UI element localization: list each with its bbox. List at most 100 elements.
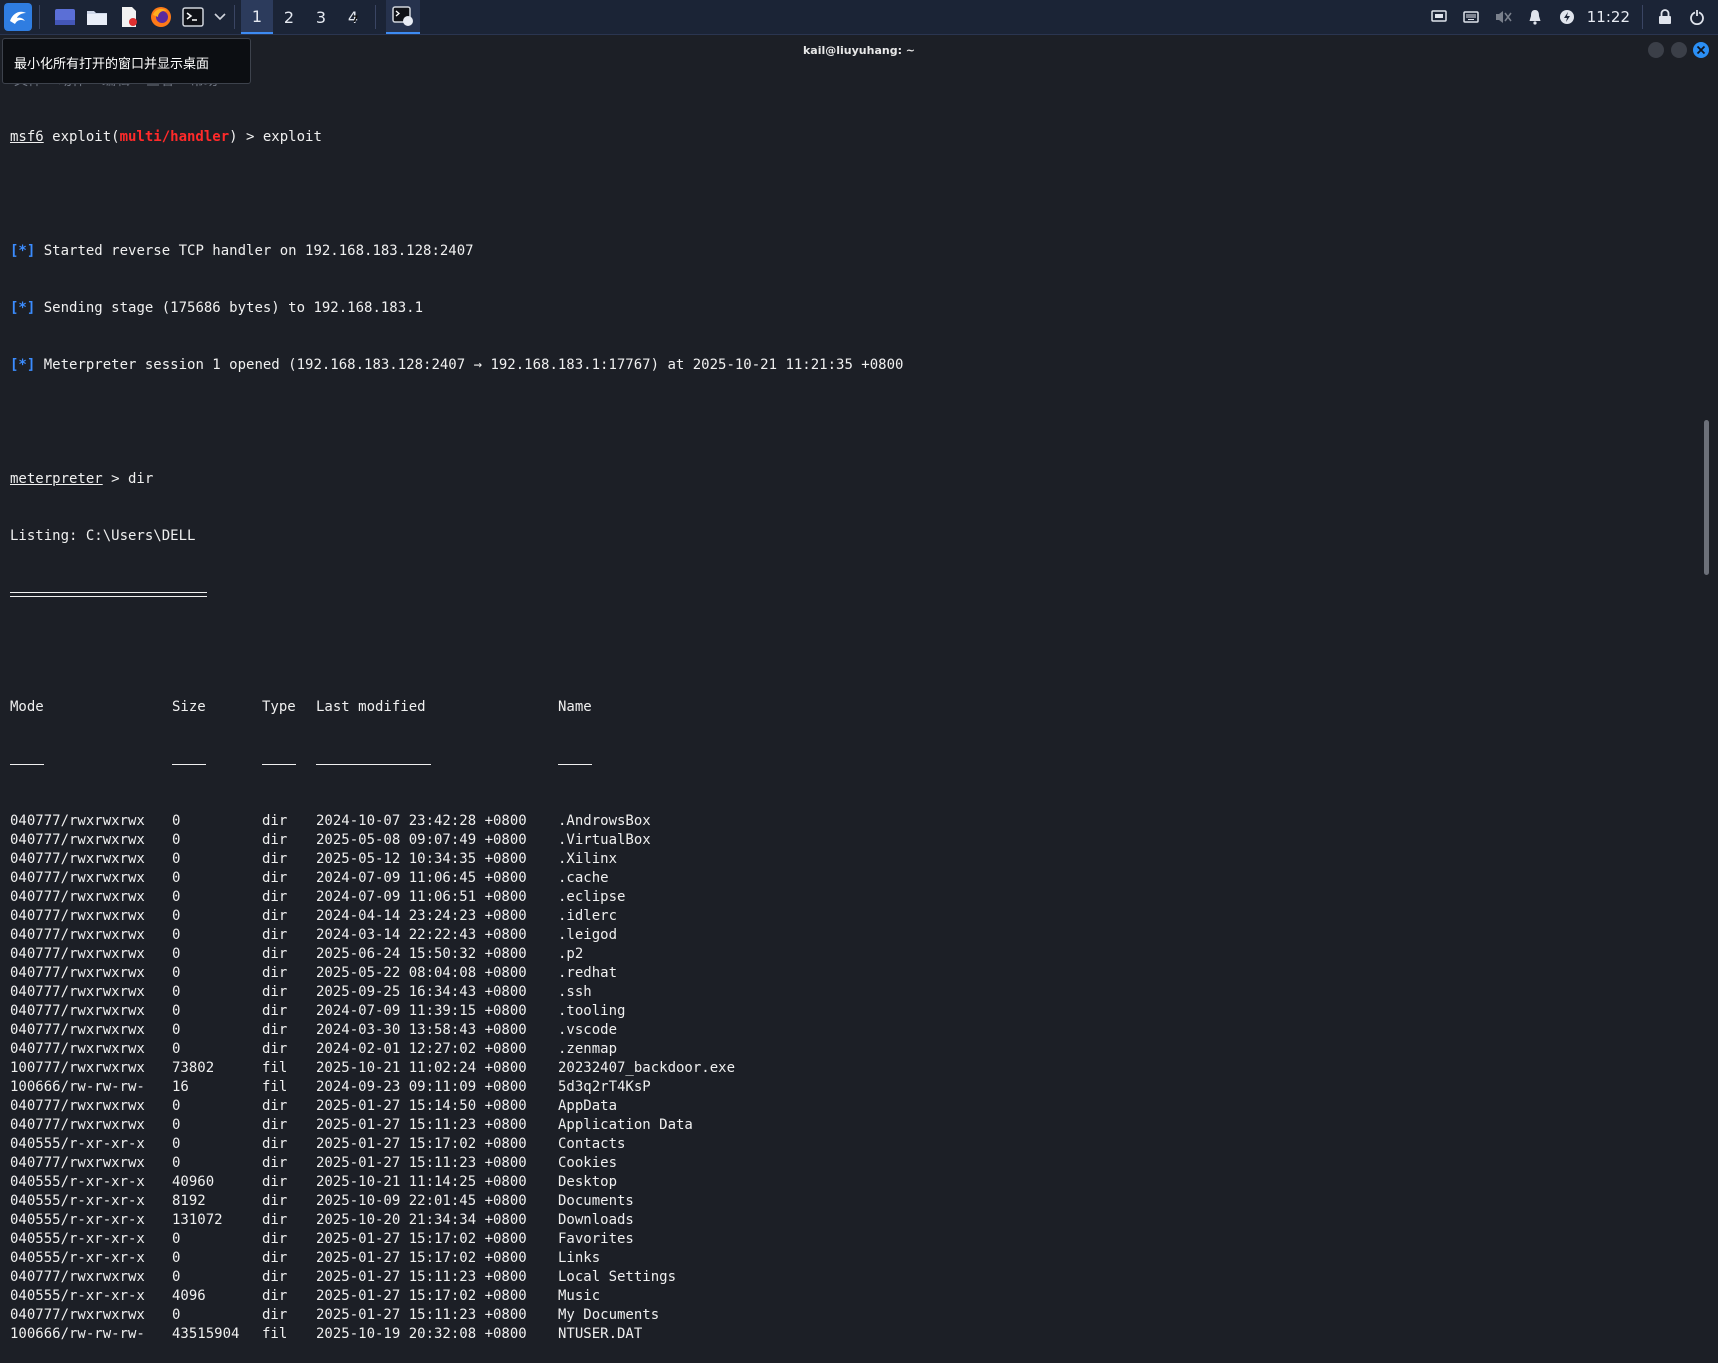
cell-name: .tooling: [558, 1003, 626, 1019]
cell-name: Downloads: [558, 1212, 634, 1228]
kali-menu-button[interactable]: [3, 2, 33, 32]
cell-type: dir: [262, 1231, 288, 1247]
cell-mode: 040555/r-xr-xr-x: [10, 1250, 145, 1266]
terminal-icon[interactable]: [180, 4, 206, 30]
cell-mode: 040777/rwxrwxrwx: [10, 908, 145, 924]
status-marker: [*]: [10, 243, 36, 259]
cell-mode: 100666/rw-rw-rw-: [10, 1079, 145, 1095]
lock-icon[interactable]: [1652, 4, 1678, 30]
cell-mode: 040555/r-xr-xr-x: [10, 1136, 145, 1152]
taskbar-terminal-window[interactable]: 7: [352, 0, 420, 34]
cell-type: dir: [262, 927, 288, 943]
table-row: 040555/r-xr-xr-x 0 dir 2025-01-27 15:17:02 …: [10, 1249, 1700, 1268]
cell-mode: 040777/rwxrwxrwx: [10, 984, 145, 1000]
text-editor-icon[interactable]: [116, 4, 142, 30]
cell-modified: 2025-01-27 15:11:23 +0800: [316, 1155, 527, 1171]
table-row: 040777/rwxrwxrwx 0 dir 2025-05-08 09:07:49 …: [10, 831, 1700, 850]
cell-name: .ssh: [558, 984, 592, 1000]
cell-type: dir: [262, 1250, 288, 1266]
cell-mode: 040555/r-xr-xr-x: [10, 1212, 145, 1228]
cell-type: dir: [262, 1022, 288, 1038]
volume-muted-icon[interactable]: [1490, 4, 1516, 30]
cell-mode: 040777/rwxrwxrwx: [10, 927, 145, 943]
cell-size: 0: [172, 1136, 181, 1152]
cell-type: dir: [262, 1288, 288, 1304]
logout-icon[interactable]: [1684, 4, 1710, 30]
notification-bell-icon[interactable]: [1522, 4, 1548, 30]
msf-prompt: msf6: [10, 129, 44, 145]
cell-modified: 2024-07-09 11:39:15 +0800: [316, 1003, 527, 1019]
cell-name: Cookies: [558, 1155, 618, 1171]
table-row: 040777/rwxrwxrwx 0 dir 2024-07-09 11:39:15 …: [10, 1002, 1700, 1021]
terminal-scrollbar[interactable]: [1704, 420, 1709, 575]
minimize-button[interactable]: [1648, 42, 1664, 58]
clock[interactable]: 11:22: [1587, 8, 1630, 26]
cell-name: .VirtualBox: [558, 832, 651, 848]
cell-size: 8192: [172, 1193, 206, 1209]
cell-modified: 2025-01-27 15:11:23 +0800: [316, 1269, 527, 1285]
cell-name: .leigod: [558, 927, 618, 943]
desktop-icon[interactable]: [52, 4, 78, 30]
table-row: 040555/r-xr-xr-x 8192 dir 2025-10-09 22:01:…: [10, 1192, 1700, 1211]
terminal-output[interactable]: msf6 exploit(multi/handler) > exploit [*…: [10, 90, 1700, 1342]
cell-name: Favorites: [558, 1231, 634, 1247]
cell-mode: 040777/rwxrwxrwx: [10, 1003, 145, 1019]
workspace-1[interactable]: 1: [241, 0, 273, 34]
cell-type: fil: [262, 1079, 288, 1095]
cell-name: AppData: [558, 1098, 618, 1114]
power-status-icon[interactable]: [1554, 4, 1580, 30]
firefox-icon[interactable]: [148, 4, 174, 30]
header-type: Type: [262, 699, 296, 715]
cell-mode: 040555/r-xr-xr-x: [10, 1174, 145, 1190]
status-text: Sending stage (175686 bytes) to 192.168.…: [35, 300, 424, 316]
listing-double-underline: [10, 584, 1700, 603]
table-row: 040555/r-xr-xr-x 0 dir 2025-01-27 15:17:02 …: [10, 1230, 1700, 1249]
chevron-down-icon[interactable]: [212, 4, 228, 30]
keyboard-icon[interactable]: [1458, 4, 1484, 30]
maximize-button[interactable]: [1671, 42, 1687, 58]
cell-mode: 040777/rwxrwxrwx: [10, 870, 145, 886]
cell-type: dir: [262, 1117, 288, 1133]
cell-modified: 2024-09-23 09:11:09 +0800: [316, 1079, 527, 1095]
cell-modified: 2025-01-27 15:17:02 +0800: [316, 1250, 527, 1266]
display-icon[interactable]: [1426, 4, 1452, 30]
table-row: 040777/rwxrwxrwx 0 dir 2024-03-14 22:22:43 …: [10, 926, 1700, 945]
table-row: 040777/rwxrwxrwx 0 dir 2024-03-30 13:58:43 …: [10, 1021, 1700, 1040]
cell-modified: 2025-10-09 22:01:45 +0800: [316, 1193, 527, 1209]
cell-type: dir: [262, 984, 288, 1000]
header-modified: Last modified: [316, 699, 426, 715]
cell-type: dir: [262, 1193, 288, 1209]
cell-name: .cache: [558, 870, 609, 886]
window-title: kail@liuyuhang: ~: [802, 44, 916, 57]
cell-size: 0: [172, 984, 181, 1000]
table-row: 040777/rwxrwxrwx 0 dir 2024-07-09 11:06:45 …: [10, 869, 1700, 888]
cell-name: .idlerc: [558, 908, 618, 924]
cell-name: NTUSER.DAT: [558, 1326, 643, 1342]
cell-name: Application Data: [558, 1117, 693, 1133]
cell-modified: 2024-02-01 12:27:02 +0800: [316, 1041, 527, 1057]
table-row: 040777/rwxrwxrwx 0 dir 2025-01-27 15:11:23 …: [10, 1116, 1700, 1135]
cell-type: dir: [262, 1003, 288, 1019]
cell-name: 20232407_backdoor.exe: [558, 1060, 736, 1076]
status-text: Meterpreter session 1 opened (192.168.18…: [35, 357, 904, 373]
cell-size: 0: [172, 1098, 181, 1114]
cell-name: .vscode: [558, 1022, 618, 1038]
cell-size: 0: [172, 1231, 181, 1247]
workspace-2[interactable]: 2: [273, 0, 305, 34]
close-button[interactable]: [1693, 42, 1709, 58]
cell-size: 0: [172, 1041, 181, 1057]
table-row: 040777/rwxrwxrwx 0 dir 2024-10-07 23:42:28 …: [10, 812, 1700, 831]
cell-type: dir: [262, 851, 288, 867]
table-row: 040777/rwxrwxrwx 0 dir 2025-01-27 15:11:23 …: [10, 1154, 1700, 1173]
cell-type: dir: [262, 965, 288, 981]
kali-dragon-icon: [4, 3, 32, 31]
cell-modified: 2025-09-25 16:34:43 +0800: [316, 984, 527, 1000]
cell-name: .p2: [558, 946, 584, 962]
cell-modified: 2024-03-14 22:22:43 +0800: [316, 927, 527, 943]
window-titlebar[interactable]: kail@liuyuhang: ~: [0, 35, 1718, 65]
workspace-3[interactable]: 3: [305, 0, 337, 34]
cell-modified: 2024-07-09 11:06:51 +0800: [316, 889, 527, 905]
cell-modified: 2025-01-27 15:11:23 +0800: [316, 1117, 527, 1133]
cell-size: 0: [172, 1003, 181, 1019]
file-manager-icon[interactable]: [84, 4, 110, 30]
